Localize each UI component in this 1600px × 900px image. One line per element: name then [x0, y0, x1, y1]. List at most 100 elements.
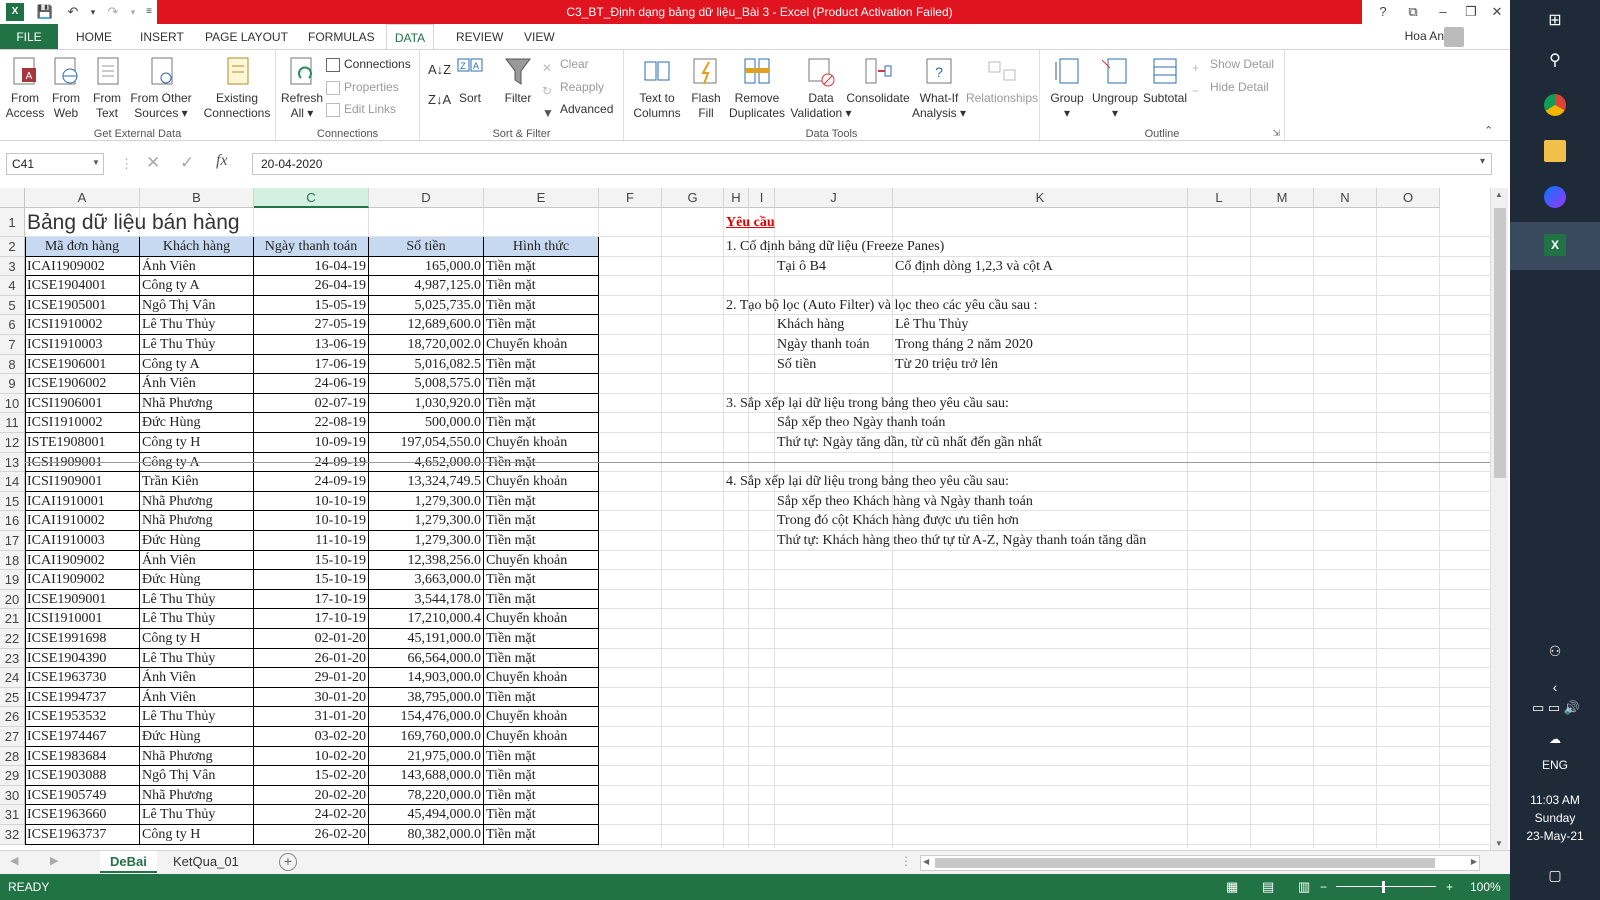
row-header-20[interactable]: 20 — [0, 589, 25, 610]
table-cell[interactable]: Lê Thu Thủy — [140, 589, 254, 610]
row-header-13[interactable]: 13 — [0, 452, 25, 473]
insert-function-icon[interactable]: fx — [216, 152, 228, 170]
table-cell[interactable]: 13-06-19 — [254, 335, 369, 355]
table-cell[interactable]: Nhã Phương — [140, 785, 254, 806]
table-cell[interactable]: Nhã Phương — [140, 746, 254, 767]
table-cell[interactable]: Tiền mặt — [484, 256, 599, 277]
table-cell[interactable]: Công ty A — [140, 354, 254, 375]
tab-review[interactable]: REVIEW — [452, 24, 507, 50]
table-cell[interactable]: 29-01-20 — [254, 668, 369, 688]
table-cell[interactable]: Tiền mặt — [484, 746, 599, 767]
table-cell[interactable]: Nhã Phương — [140, 393, 254, 414]
row-header-31[interactable]: 31 — [0, 805, 25, 825]
table-cell[interactable]: 78,220,000.0 — [369, 785, 484, 806]
messenger-icon[interactable] — [1544, 186, 1566, 208]
row-header-10[interactable]: 10 — [0, 393, 25, 414]
requirement-line[interactable]: 4. Sắp xếp lại dữ liệu trong bảng theo y… — [724, 472, 1188, 492]
requirement-line[interactable]: Sắp xếp theo Khách hàng và Ngày thanh to… — [775, 492, 1188, 512]
table-cell[interactable]: Đức Hùng — [140, 413, 254, 433]
table-cell[interactable]: Tiền mặt — [484, 687, 599, 708]
vertical-scroll-thumb[interactable] — [1494, 208, 1506, 478]
column-header-j[interactable]: J — [775, 188, 893, 208]
column-header-e[interactable]: E — [484, 188, 599, 208]
relationships-button[interactable]: Relationships — [964, 56, 1040, 106]
language-indicator[interactable]: ENG — [1510, 758, 1600, 772]
table-cell[interactable]: 66,564,000.0 — [369, 648, 484, 669]
table-cell[interactable]: 17-10-19 — [254, 609, 369, 629]
outline-dialog-launcher-icon[interactable]: ⇲ — [1272, 128, 1280, 139]
table-cell[interactable]: 11-10-19 — [254, 531, 369, 551]
table-cell[interactable]: Lê Thu Thủy — [140, 707, 254, 727]
table-cell[interactable]: 169,760,000.0 — [369, 727, 484, 747]
windows-start-icon[interactable]: ⊞ — [1544, 10, 1566, 32]
sheet-tab-ketqua-01[interactable]: KetQua_01 — [163, 851, 249, 873]
row-header-3[interactable]: 3 — [0, 256, 25, 277]
table-cell[interactable]: ICSE1904001 — [25, 276, 140, 296]
table-header-cell[interactable]: Số tiền — [369, 237, 484, 257]
customize-qat-icon[interactable]: ≡ — [140, 3, 158, 21]
table-cell[interactable]: ICAI1910003 — [25, 531, 140, 551]
from-other-sources-button[interactable]: From Other Sources ▾ — [128, 56, 194, 121]
excel-taskbar-icon[interactable]: X — [1544, 234, 1566, 256]
table-cell[interactable]: 500,000.0 — [369, 413, 484, 433]
table-cell[interactable]: Ánh Viên — [140, 550, 254, 571]
row-header-21[interactable]: 21 — [0, 609, 25, 629]
requirement-line[interactable]: Sắp xếp theo Ngày thanh toán — [775, 413, 1188, 433]
text-to-columns-button[interactable]: Text to Columns — [628, 56, 686, 121]
undo-dropdown-icon[interactable]: ▾ — [84, 3, 102, 21]
table-cell[interactable]: ICAI1910001 — [25, 491, 140, 512]
column-header-h[interactable]: H — [724, 188, 749, 208]
table-cell[interactable]: Tiền mặt — [484, 511, 599, 531]
requirement-line[interactable]: 3. Sắp xếp lại dữ liệu trong bảng theo y… — [724, 394, 1188, 414]
table-cell[interactable]: 80,382,000.0 — [369, 825, 484, 845]
table-header-cell[interactable]: Hình thức — [484, 237, 599, 257]
table-cell[interactable]: ICSE1905749 — [25, 785, 140, 806]
add-sheet-icon[interactable]: + — [279, 853, 297, 871]
table-cell[interactable]: 10-02-20 — [254, 746, 369, 767]
consolidate-button[interactable]: Consolidate — [842, 56, 914, 106]
table-cell[interactable]: 15-10-19 — [254, 570, 369, 590]
scroll-right-icon[interactable]: ▶ — [1471, 857, 1477, 866]
onedrive-icon[interactable]: ☁ — [1544, 728, 1566, 750]
table-cell[interactable]: Tiền mặt — [484, 531, 599, 551]
what-if-analysis-button[interactable]: ? What-If Analysis ▾ — [910, 56, 968, 121]
expand-formula-icon[interactable]: ▾ — [1480, 156, 1485, 167]
refresh-all-button[interactable]: Refresh All ▾ — [280, 56, 324, 121]
row-header-23[interactable]: 23 — [0, 648, 25, 669]
table-cell[interactable]: Công ty H — [140, 825, 254, 845]
table-cell[interactable]: Ánh Viên — [140, 374, 254, 394]
table-cell[interactable]: 16-04-19 — [254, 256, 369, 277]
scroll-up-icon[interactable]: ▲ — [1495, 190, 1503, 199]
table-cell[interactable]: 12,689,600.0 — [369, 315, 484, 335]
table-cell[interactable]: 143,688,000.0 — [369, 766, 484, 786]
tab-file[interactable]: FILE — [0, 24, 58, 50]
requirement-line[interactable]: Ngày thanh toán — [775, 335, 893, 355]
zoom-in-icon[interactable]: + — [1446, 874, 1453, 900]
column-header-g[interactable]: G — [662, 188, 724, 208]
table-cell[interactable]: 38,795,000.0 — [369, 687, 484, 708]
clock-time[interactable]: 11:03 AM — [1510, 793, 1600, 807]
table-cell[interactable]: Tiền mặt — [484, 825, 599, 845]
connections-button[interactable]: Connections — [326, 54, 411, 74]
show-hidden-icons-icon[interactable]: ‹ — [1544, 676, 1566, 698]
tab-view[interactable]: VIEW — [520, 24, 559, 50]
table-cell[interactable]: 45,494,000.0 — [369, 805, 484, 825]
row-header-15[interactable]: 15 — [0, 491, 25, 512]
table-cell[interactable]: Tiền mặt — [484, 766, 599, 786]
table-cell[interactable]: Lê Thu Thủy — [140, 335, 254, 355]
requirement-line[interactable]: Cố định dòng 1,2,3 và cột A — [893, 257, 1188, 277]
select-all-corner[interactable] — [0, 188, 25, 208]
table-cell[interactable]: 15-02-20 — [254, 766, 369, 786]
row-header-5[interactable]: 5 — [0, 295, 25, 316]
help-button[interactable]: ? — [1368, 0, 1398, 24]
table-cell[interactable]: 165,000.0 — [369, 256, 484, 277]
table-cell[interactable]: Chuyển khoản — [484, 668, 599, 688]
save-icon[interactable]: 💾 — [36, 3, 54, 21]
table-cell[interactable]: ICAI1909002 — [25, 570, 140, 590]
requirement-line[interactable]: Thứ tự: Ngày tăng dần, từ cũ nhất đến gầ… — [775, 433, 1188, 453]
row-header-18[interactable]: 18 — [0, 550, 25, 571]
table-cell[interactable]: Tiền mặt — [484, 491, 599, 512]
group-button[interactable]: Group ▾ — [1046, 56, 1088, 121]
requirements-heading[interactable]: Yêu cầu — [724, 208, 893, 237]
sheet-title[interactable]: Bảng dữ liệu bán hàng — [25, 208, 369, 237]
